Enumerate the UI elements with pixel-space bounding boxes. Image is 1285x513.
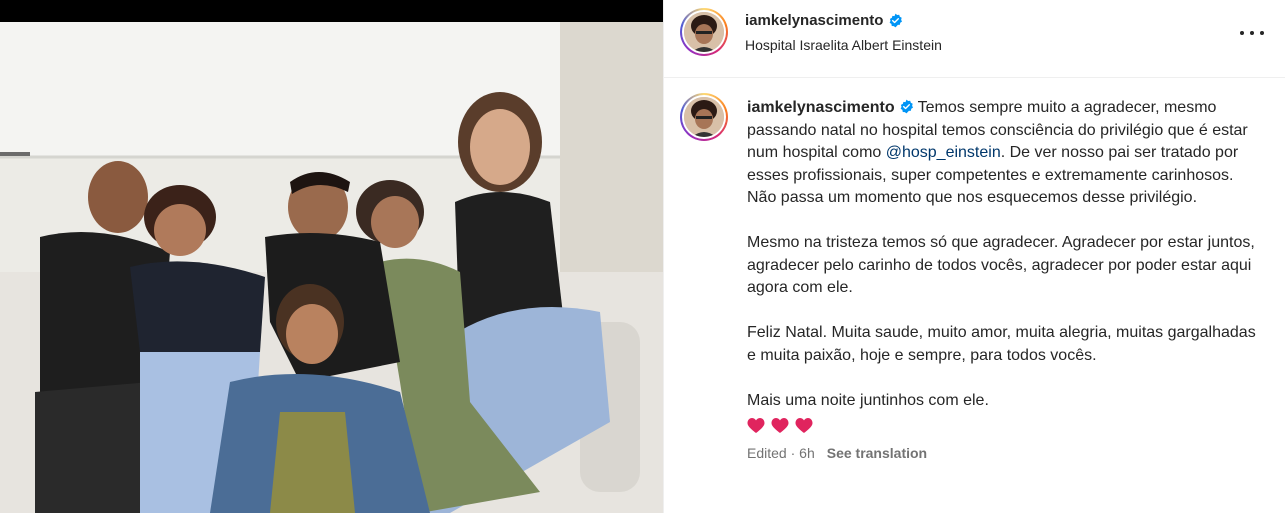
- post-photo[interactable]: [0, 22, 663, 513]
- red-heart-emoji-icon: [771, 417, 789, 433]
- edited-timestamp[interactable]: Edited · 6h: [747, 442, 815, 465]
- caption-paragraph-3: Feliz Natal. Muita saude, muito amor, mu…: [747, 324, 1256, 364]
- caption-paragraph-1: iamkelynascimento Temos sempre muito a a…: [747, 97, 1262, 187]
- red-heart-emoji-icon: [747, 417, 765, 433]
- see-translation-button[interactable]: See translation: [827, 442, 927, 465]
- caption-paragraph-2: Mesmo na tristeza temos só que agradecer…: [747, 234, 1255, 296]
- avatar-photo: [684, 12, 724, 52]
- caption-meta: Edited · 6h See translation: [747, 442, 1262, 465]
- caption-text-block: iamkelynascimento Temos sempre muito a a…: [747, 97, 1262, 465]
- post-panel: iamkelynascimento Hospital Israelita Alb…: [663, 0, 1285, 513]
- more-options-icon[interactable]: [1240, 23, 1264, 43]
- post-media[interactable]: [0, 0, 663, 513]
- caption-avatar-photo: [684, 97, 724, 137]
- avatar[interactable]: [680, 8, 728, 56]
- header-username[interactable]: iamkelynascimento: [745, 12, 903, 29]
- caption-line-2: Não passa um momento que nos esquecemos …: [747, 189, 1198, 206]
- heart-emojis: [747, 414, 1262, 436]
- caption-username[interactable]: iamkelynascimento: [747, 99, 895, 116]
- mention-link[interactable]: @hosp_einstein: [886, 144, 1001, 161]
- location-link[interactable]: Hospital Israelita Albert Einstein: [745, 37, 942, 53]
- caption-avatar[interactable]: [680, 93, 728, 141]
- caption-paragraph-4: Mais uma noite juntinhos com ele.: [747, 391, 989, 409]
- username-text[interactable]: iamkelynascimento: [745, 12, 883, 29]
- media-top-bar: [0, 0, 663, 22]
- verified-badge-icon: [900, 99, 913, 114]
- verified-badge-icon: [890, 13, 903, 28]
- red-heart-emoji-icon: [795, 417, 813, 433]
- post-header: iamkelynascimento Hospital Israelita Alb…: [664, 0, 1285, 78]
